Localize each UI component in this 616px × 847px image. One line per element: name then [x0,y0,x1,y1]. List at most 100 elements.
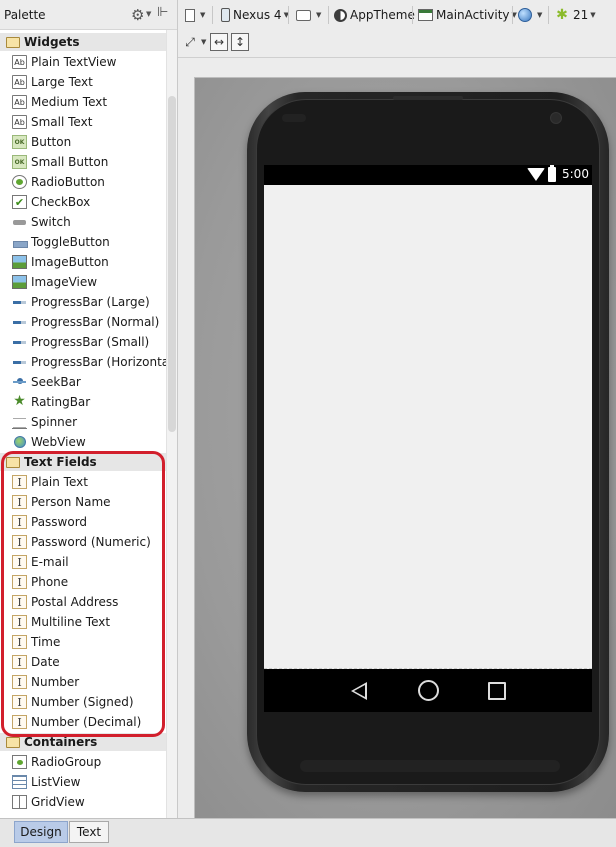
palette-item-small-text[interactable]: Ab Small Text [0,112,166,132]
switch-icon [12,215,27,229]
palette-item-progressbar-horizontal[interactable]: ProgressBar (Horizontal) [0,352,166,372]
palette-item-large-text[interactable]: Ab Large Text [0,72,166,92]
ab-text-icon: Ab [12,55,27,69]
tab-design[interactable]: Design [14,821,68,843]
chevron-down-icon: ▼ [200,11,206,19]
activity-dropdown[interactable]: MainActivity ▼ [418,4,517,26]
palette-item-date[interactable]: I Date [0,652,166,672]
palette-item-label: Plain Text [31,475,88,489]
palette-item-label: Number (Signed) [31,695,134,709]
palette-item-plain-textview[interactable]: Ab Plain TextView [0,52,166,72]
palette-item-progressbar-small[interactable]: ProgressBar (Small) [0,332,166,352]
grid-icon [12,795,27,809]
palette-item-label: Password [31,515,88,529]
tab-text[interactable]: Text [69,821,109,843]
text-field-icon: I [12,715,27,729]
palette-category-label: Text Fields [24,455,97,469]
palette-item-number[interactable]: I Number [0,672,166,692]
palette-item-spinner[interactable]: Spinner [0,412,166,432]
palette-item-label: Plain TextView [31,55,117,69]
toolbar-divider [548,6,549,24]
android-icon: ✱ [556,7,568,23]
gear-icon[interactable]: ⚙ [131,6,144,24]
progress-icon [12,355,27,369]
palette-item-label: ProgressBar (Normal) [31,315,160,329]
ok-button-icon: OK [12,155,27,169]
text-field-icon: I [12,635,27,649]
layout-file-dropdown[interactable]: ▼ [182,4,205,26]
zoom-to-fit-button[interactable]: ⤢ [181,33,199,51]
palette-item-small-button[interactable]: OK Small Button [0,152,166,172]
palette-item-label: Time [31,635,61,649]
text-field-icon: I [12,515,27,529]
palette-scrollbar-thumb[interactable] [168,96,176,432]
palette-item-time[interactable]: I Time [0,632,166,652]
palette-item-password[interactable]: I Password [0,512,166,532]
palette-item-label: Spinner [31,415,78,429]
palette-item-label: Switch [31,215,71,229]
palette-item-label: ProgressBar (Small) [31,335,150,349]
ab-text-icon: Ab [12,75,27,89]
star-icon: ★ [13,393,26,409]
api-level-dropdown[interactable]: ✱ 21 ▼ [554,4,596,26]
palette-item-person-name[interactable]: I Person Name [0,492,166,512]
palette-item-medium-text[interactable]: Ab Medium Text [0,92,166,112]
palette-item-webview[interactable]: WebView [0,432,166,452]
fill-height-button[interactable]: ↕ [231,33,249,51]
toolbar-divider [212,6,213,24]
orientation-dropdown[interactable]: ▼ [296,4,321,26]
palette-item-label: Small Button [31,155,109,169]
theme-button[interactable]: AppTheme [334,4,415,26]
orientation-icon [296,9,311,21]
palette-item-label: ToggleButton [31,235,110,249]
chevron-down-icon: ▼ [537,11,543,19]
progress-icon [12,295,27,309]
palette-item-progressbar-large[interactable]: ProgressBar (Large) [0,292,166,312]
ab-text-icon: Ab [12,95,27,109]
palette-item-label: Number [31,675,80,689]
palette-item-phone[interactable]: I Phone [0,572,166,592]
palette-category-text-fields[interactable]: Text Fields [0,453,166,471]
chevron-down-icon[interactable]: ▼ [146,10,151,18]
image-icon [12,275,27,289]
palette-category-containers[interactable]: Containers [0,733,166,751]
palette-item-switch[interactable]: Switch [0,212,166,232]
palette-item-number-signed[interactable]: I Number (Signed) [0,692,166,712]
palette-item-password-numeric[interactable]: I Password (Numeric) [0,532,166,552]
list-icon [12,775,27,789]
palette-item-togglebutton[interactable]: ToggleButton [0,232,166,252]
checkbox-icon: ✔ [12,195,27,209]
screen-content-area[interactable] [264,185,592,669]
text-field-icon: I [12,575,27,589]
palette-item-label: Medium Text [31,95,108,109]
wifi-icon [527,168,545,181]
hide-panel-icon[interactable]: ⊩ [157,5,168,20]
palette-item-e-mail[interactable]: I E-mail [0,552,166,572]
palette-item-radiogroup[interactable]: RadioGroup [0,752,166,772]
palette-item-multiline-text[interactable]: I Multiline Text [0,612,166,632]
palette-item-button[interactable]: OK Button [0,132,166,152]
palette-item-checkbox[interactable]: ✔ CheckBox [0,192,166,212]
device-dropdown[interactable]: Nexus 4 ▼ [218,4,289,26]
palette-item-number-decimal[interactable]: I Number (Decimal) [0,712,166,732]
palette-item-radiobutton[interactable]: RadioButton [0,172,166,192]
palette-item-postal-address[interactable]: I Postal Address [0,592,166,612]
ab-text-icon: Ab [12,115,27,129]
palette-item-ratingbar[interactable]: ★ RatingBar [0,392,166,412]
palette-item-listview[interactable]: ListView [0,772,166,792]
fill-width-button[interactable]: ↔ [210,33,228,51]
palette-item-imagebutton[interactable]: ImageButton [0,252,166,272]
theme-icon [334,8,347,22]
folder-icon [6,457,20,468]
palette-item-imageview[interactable]: ImageView [0,272,166,292]
palette-item-gridview[interactable]: GridView [0,792,166,812]
radio-icon [12,175,27,189]
locale-dropdown[interactable]: ▼ [518,4,542,26]
palette-item-label: CheckBox [31,195,91,209]
palette-item-plain-text[interactable]: I Plain Text [0,472,166,492]
palette-item-progressbar-normal[interactable]: ProgressBar (Normal) [0,312,166,332]
palette-category-widgets[interactable]: Widgets [0,33,166,51]
palette-item-label: WebView [31,435,86,449]
palette-item-seekbar[interactable]: SeekBar [0,372,166,392]
chevron-down-icon[interactable]: ▼ [201,38,206,46]
